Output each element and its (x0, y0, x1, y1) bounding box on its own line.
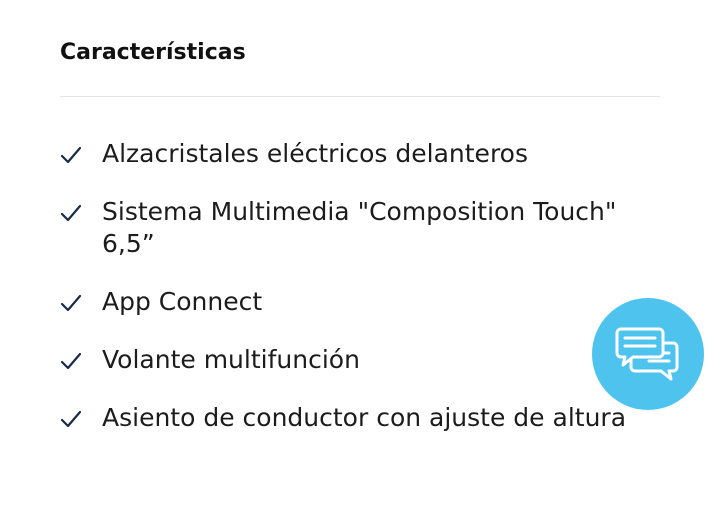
chat-bubbles-icon (615, 327, 679, 381)
feature-item: Sistema Multimedia "Composition Touch" 6… (60, 196, 660, 260)
check-icon (60, 204, 82, 222)
feature-label: Sistema Multimedia "Composition Touch" 6… (102, 197, 617, 258)
check-icon (60, 410, 82, 428)
check-icon (60, 294, 82, 312)
check-icon (60, 146, 82, 164)
feature-label: Volante multifunción (102, 345, 360, 374)
feature-item: Asiento de conductor con ajuste de altur… (60, 402, 660, 434)
feature-list: Alzacristales eléctricos delanteros Sist… (60, 138, 660, 460)
feature-item: App Connect (60, 286, 660, 318)
check-icon (60, 352, 82, 370)
feature-item: Volante multifunción (60, 344, 660, 376)
feature-item: Alzacristales eléctricos delanteros (60, 138, 660, 170)
feature-label: Asiento de conductor con ajuste de altur… (102, 403, 627, 432)
features-panel: Características Alzacristales eléctricos… (0, 0, 720, 508)
chat-button[interactable] (592, 298, 704, 410)
divider (60, 96, 660, 97)
feature-label: App Connect (102, 287, 263, 316)
feature-label: Alzacristales eléctricos delanteros (102, 139, 528, 168)
section-title: Características (60, 40, 246, 65)
